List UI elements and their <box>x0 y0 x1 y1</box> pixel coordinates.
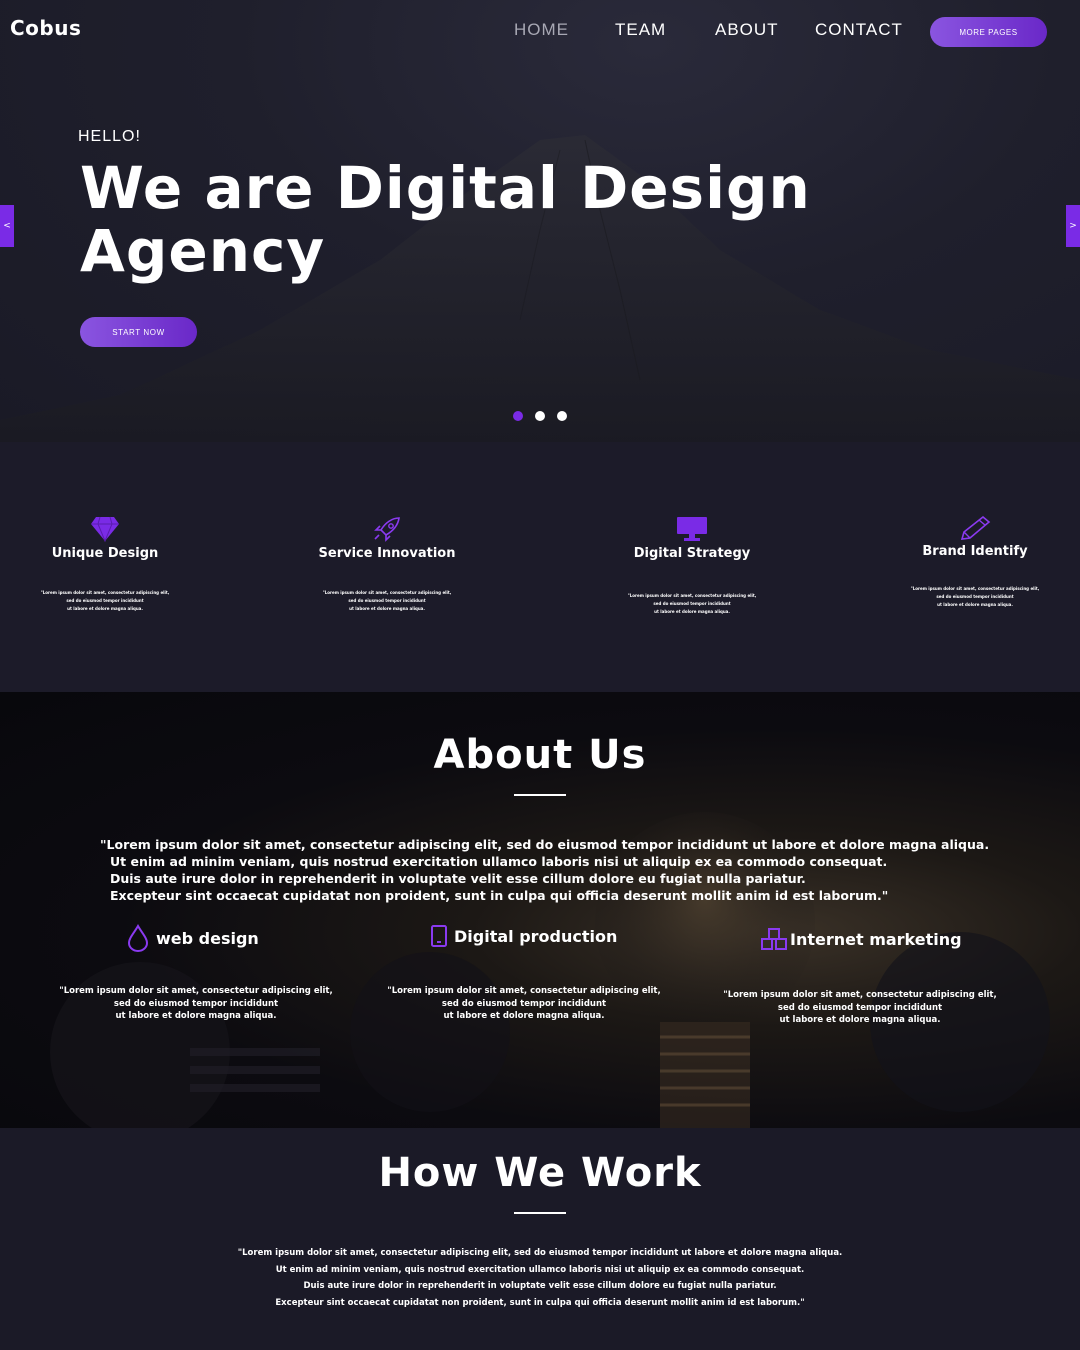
service-title: Internet marketing <box>790 929 962 949</box>
service-text: "Lorem ipsum dolor sit amet, consectetur… <box>59 986 333 1021</box>
rocket-icon <box>374 517 400 542</box>
nav-home[interactable]: HOME <box>514 20 569 40</box>
pencil-icon <box>960 516 991 540</box>
feature-title: Service Innovation <box>318 546 456 561</box>
start-now-button[interactable]: START NOW <box>80 317 197 347</box>
service-item: web design "Lorem ipsum dolor sit amet, … <box>59 924 333 1021</box>
monitor-icon <box>677 517 707 541</box>
feature-title: Brand Identify <box>922 544 1028 559</box>
how-we-work-text: "Lorem ipsum dolor sit amet, consectetur… <box>237 1248 843 1308</box>
feature-title: Digital Strategy <box>633 546 751 561</box>
service-title: Digital production <box>454 926 618 946</box>
service-item: Internet marketing "Lorem ipsum dolor si… <box>723 927 997 1025</box>
features-section: Unique Design "Lorem ipsum dolor sit ame… <box>0 442 1080 692</box>
hero-banner: Cobus HOME TEAM ABOUT CONTACT MORE PAGES… <box>0 0 1080 442</box>
nav-about[interactable]: ABOUT <box>715 20 779 40</box>
feature-text: "Lorem ipsum dolor sit amet, consectetur… <box>322 590 452 611</box>
slider-dot[interactable] <box>513 411 523 421</box>
drop-icon <box>127 924 149 952</box>
how-we-work-title: How We Work <box>378 1150 702 1196</box>
service-text: "Lorem ipsum dolor sit amet, consectetur… <box>723 990 997 1025</box>
more-pages-button[interactable]: MORE PAGES <box>930 17 1047 47</box>
feature-card: Brand Identify "Lorem ipsum dolor sit am… <box>900 516 1050 609</box>
feature-title: Unique Design <box>51 546 159 561</box>
feature-text: "Lorem ipsum dolor sit amet, consectetur… <box>40 590 170 611</box>
service-title: web design <box>156 928 259 948</box>
cubes-icon <box>761 928 787 950</box>
nav-contact[interactable]: CONTACT <box>815 20 903 40</box>
nav-team[interactable]: TEAM <box>615 20 666 40</box>
slider-dot[interactable] <box>535 411 545 421</box>
service-item: Digital production "Lorem ipsum dolor si… <box>387 924 661 1021</box>
slider-dot[interactable] <box>557 411 567 421</box>
about-lead: "Lorem ipsum dolor sit amet, consectetur… <box>100 837 990 903</box>
main-nav: HOME TEAM ABOUT CONTACT <box>0 20 1080 46</box>
service-text: "Lorem ipsum dolor sit amet, consectetur… <box>387 986 661 1021</box>
feature-card: Unique Design "Lorem ipsum dolor sit ame… <box>30 516 180 613</box>
tablet-icon <box>431 925 447 947</box>
hero-eyebrow: HELLO! <box>78 128 141 145</box>
feature-text: "Lorem ipsum dolor sit amet, consectetur… <box>910 586 1040 607</box>
hero-headline-line2: Agency <box>80 217 326 285</box>
slider-next-button[interactable]: > <box>1066 205 1080 247</box>
about-title-underline <box>514 794 566 796</box>
feature-card: Digital Strategy "Lorem ipsum dolor sit … <box>617 516 767 616</box>
slider-prev-button[interactable]: < <box>0 205 14 247</box>
how-we-work-section: How We Work "Lorem ipsum dolor sit amet,… <box>0 1128 1080 1350</box>
how-we-work-underline <box>514 1212 566 1214</box>
hero-headline-line1: We are Digital Design <box>80 154 811 222</box>
hero-headline: We are Digital Design Agency <box>80 157 820 283</box>
about-title: About Us <box>433 732 647 778</box>
feature-text: "Lorem ipsum dolor sit amet, consectetur… <box>627 593 757 614</box>
diamond-icon <box>91 516 119 542</box>
feature-card: Service Innovation "Lorem ipsum dolor si… <box>312 516 462 613</box>
about-section: About Us "Lorem ipsum dolor sit amet, co… <box>0 692 1080 1128</box>
